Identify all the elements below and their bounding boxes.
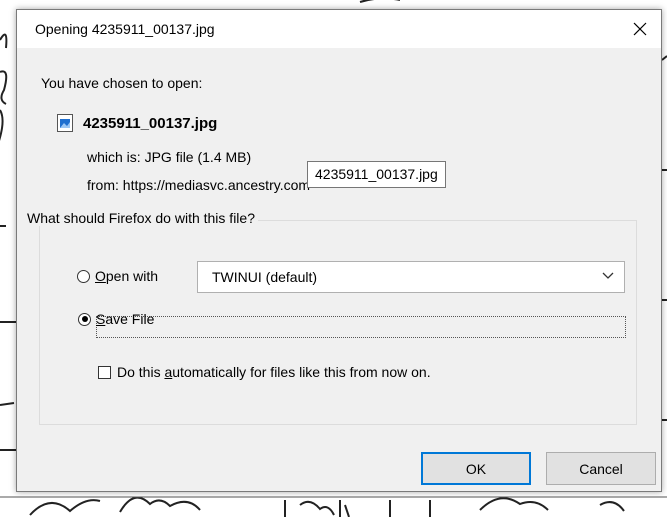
save-file-focus-outline: [96, 316, 626, 338]
from-value: https://mediasvc.ancestry.com: [122, 177, 311, 193]
close-icon: [633, 22, 647, 36]
open-with-select-value: TWINUI (default): [212, 269, 318, 285]
image-file-icon: [57, 114, 73, 132]
open-with-option[interactable]: Open with: [77, 268, 158, 284]
which-is-label: which is:: [87, 149, 141, 165]
auto-action-label: Do this automatically for files like thi…: [117, 364, 431, 380]
action-group-title: What should Firefox do with this file?: [27, 210, 258, 226]
file-open-dialog: Opening 4235911_00137.jpg You have chose…: [16, 9, 662, 492]
cancel-button[interactable]: Cancel: [546, 452, 656, 485]
dialog-titlebar: Opening 4235911_00137.jpg: [17, 10, 661, 48]
file-info: 4235911_00137.jpg: [57, 114, 217, 132]
save-file-label: Save File: [96, 311, 155, 327]
ok-button[interactable]: OK: [421, 452, 531, 485]
chevron-down-icon: [602, 272, 614, 279]
save-file-radio[interactable]: [78, 312, 91, 326]
open-with-label: Open with: [95, 268, 159, 284]
close-button[interactable]: [619, 10, 661, 48]
dialog-title: Opening 4235911_00137.jpg: [35, 21, 215, 37]
open-with-select[interactable]: TWINUI (default): [197, 261, 625, 293]
which-is-value: JPG file (1.4 MB): [144, 149, 252, 165]
from-label: from:: [87, 177, 119, 193]
filename-tooltip: 4235911_00137.jpg: [307, 161, 446, 188]
file-source-row: from: https://mediasvc.ancestry.com: [87, 177, 310, 193]
file-name: 4235911_00137.jpg: [83, 114, 218, 132]
auto-action-option[interactable]: Do this automatically for files like thi…: [98, 364, 431, 380]
file-type-row: which is: JPG file (1.4 MB): [87, 149, 251, 165]
auto-action-checkbox[interactable]: [98, 365, 111, 379]
save-file-option[interactable]: Save File: [78, 311, 154, 327]
intro-label: You have chosen to open:: [41, 75, 203, 91]
open-with-radio[interactable]: [77, 269, 90, 283]
